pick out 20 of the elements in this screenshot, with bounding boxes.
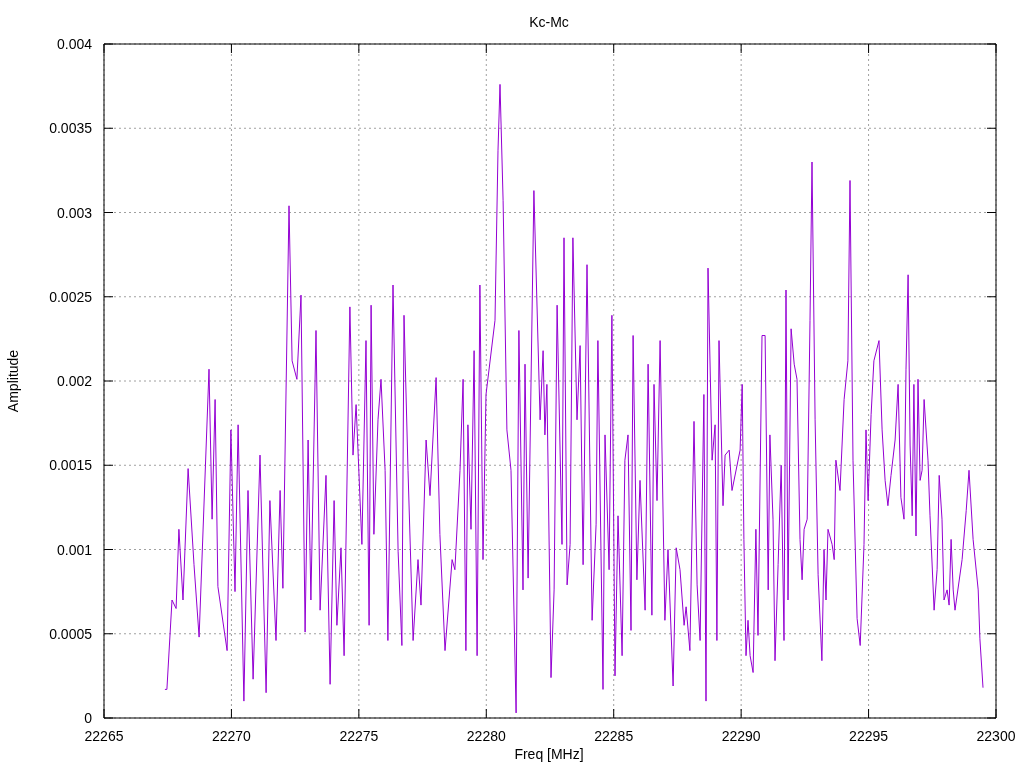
tick-label: 0.004	[56, 36, 92, 52]
tick-label: 0.001	[56, 541, 92, 558]
tick-label: 22285	[594, 728, 634, 744]
tick-label: 22270	[211, 728, 251, 744]
tick-label: 22265	[84, 728, 124, 744]
x-axis-label: Freq [MHz]	[514, 746, 584, 762]
tick-label: 0.003	[56, 204, 92, 221]
y-axis-label: Amplitude	[5, 349, 21, 413]
chart-title: Kc-Mc	[529, 14, 569, 30]
tick-label: 0.0035	[49, 120, 92, 137]
tick-label: 22280	[466, 728, 506, 744]
tick-label: 22275	[339, 728, 379, 744]
tick-label: 22290	[721, 728, 761, 744]
tick-label: 22295	[849, 728, 889, 744]
tick-label: 0.0025	[49, 288, 92, 305]
tick-label: 0.002	[56, 373, 92, 389]
tick-label: 0.0005	[49, 625, 92, 642]
tick-label: 0	[84, 710, 92, 726]
tick-label: 22300	[976, 728, 1016, 744]
tick-label: 0.0015	[49, 457, 92, 474]
